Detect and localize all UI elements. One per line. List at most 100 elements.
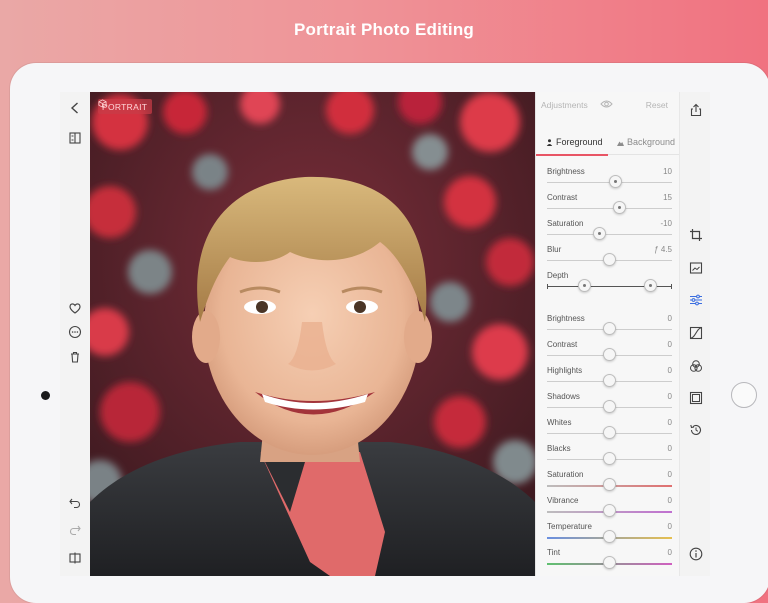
- range-tick-start: [547, 284, 548, 289]
- depth-max-knob[interactable]: [644, 279, 658, 292]
- home-button[interactable]: [731, 382, 757, 408]
- slider-label: Blur: [547, 245, 562, 254]
- left-toolbar: [60, 92, 90, 576]
- slider-knob[interactable]: [609, 175, 623, 188]
- slider-label: Brightness: [547, 167, 585, 176]
- slider-fg-brightness[interactable]: Brightness 10: [536, 167, 680, 193]
- slider-saturation[interactable]: Saturation 0: [536, 470, 680, 496]
- slider-label: Whites: [547, 418, 572, 427]
- curves-icon: [689, 326, 703, 340]
- slider-value: 0: [667, 340, 672, 349]
- crop-icon: [690, 229, 702, 241]
- slider-knob[interactable]: [603, 452, 616, 465]
- adjust-button[interactable]: [686, 290, 706, 310]
- slider-value: 15: [663, 193, 672, 202]
- slider-knob[interactable]: [603, 253, 616, 266]
- slider-fg-contrast[interactable]: Contrast 15: [536, 193, 680, 219]
- color-mix-button[interactable]: [686, 356, 706, 376]
- split-view-button[interactable]: [65, 548, 85, 568]
- adjustments-title: Adjustments: [541, 100, 588, 110]
- depth-min-knob[interactable]: [578, 279, 591, 292]
- back-icon: [70, 102, 78, 114]
- slider-label: Contrast: [547, 193, 578, 202]
- slider-value: 0: [667, 470, 672, 479]
- back-button[interactable]: [65, 98, 85, 118]
- slider-knob[interactable]: [603, 374, 616, 387]
- slider-knob[interactable]: [603, 556, 616, 569]
- delete-button[interactable]: [65, 347, 85, 367]
- slider-shadows[interactable]: Shadows 0: [536, 392, 680, 418]
- crop-button[interactable]: [686, 225, 706, 245]
- adjustments-panel: Adjustments Reset Foreground Background …: [535, 92, 680, 576]
- slider-tint[interactable]: Tint 0: [536, 548, 680, 574]
- curves-button[interactable]: [686, 323, 706, 343]
- portrait-badge-label: PORTRAIT: [102, 101, 148, 112]
- slider-knob[interactable]: [603, 504, 616, 517]
- slider-value: 0: [667, 418, 672, 427]
- slider-contrast[interactable]: Contrast 0: [536, 340, 680, 366]
- slider-value: 0: [667, 522, 672, 531]
- compare-icon: [69, 132, 81, 144]
- frame-icon: [689, 262, 703, 274]
- slider-depth-range[interactable]: Depth: [536, 271, 680, 297]
- slider-label: Vibrance: [547, 496, 579, 505]
- split-view-icon: [69, 552, 81, 564]
- slider-whites[interactable]: Whites 0: [536, 418, 680, 444]
- slider-knob[interactable]: [603, 530, 616, 543]
- info-icon: [689, 547, 703, 561]
- info-button[interactable]: [686, 544, 706, 564]
- undo-icon: [69, 498, 81, 509]
- slider-knob[interactable]: [613, 201, 626, 214]
- slider-value: -10: [660, 219, 672, 228]
- share-button[interactable]: [686, 100, 706, 120]
- portrait-badge[interactable]: PORTRAIT: [98, 99, 153, 114]
- eye-icon[interactable]: [600, 99, 613, 109]
- favorite-button[interactable]: [65, 298, 85, 318]
- trash-icon: [71, 351, 79, 363]
- share-icon: [690, 103, 702, 117]
- vignette-button[interactable]: [686, 388, 706, 408]
- slider-blur[interactable]: Blur ƒ 4.5: [536, 245, 680, 271]
- slider-track[interactable]: [547, 234, 672, 235]
- tab-foreground[interactable]: Foreground: [546, 130, 603, 154]
- slider-label: Shadows: [547, 392, 580, 401]
- slider-knob[interactable]: [603, 478, 616, 491]
- frame-button[interactable]: [686, 258, 706, 278]
- slider-label: Saturation: [547, 470, 584, 479]
- slider-knob[interactable]: [603, 322, 616, 335]
- portrait-photo: [90, 92, 535, 576]
- slider-label: Blacks: [547, 444, 571, 453]
- slider-label: Temperature: [547, 522, 592, 531]
- slider-knob[interactable]: [603, 348, 616, 361]
- redo-button[interactable]: [65, 520, 85, 540]
- reset-button[interactable]: Reset: [646, 100, 668, 110]
- vignette-icon: [689, 391, 703, 405]
- more-button[interactable]: [65, 322, 85, 342]
- slider-track[interactable]: [547, 208, 672, 209]
- tab-background[interactable]: Background: [617, 130, 675, 154]
- layer-tabs: Foreground Background: [536, 130, 680, 156]
- slider-label: Highlights: [547, 366, 583, 375]
- history-icon: [690, 424, 702, 435]
- slider-knob[interactable]: [593, 227, 606, 240]
- undo-button[interactable]: [65, 493, 85, 513]
- slider-brightness[interactable]: Brightness 0: [536, 314, 680, 340]
- more-icon: [68, 325, 82, 339]
- slider-blacks[interactable]: Blacks 0: [536, 444, 680, 470]
- slider-value: 0: [667, 314, 672, 323]
- slider-label: Contrast: [547, 340, 578, 349]
- tab-foreground-label: Foreground: [556, 137, 603, 147]
- slider-fg-saturation[interactable]: Saturation -10: [536, 219, 680, 245]
- active-tab-indicator: [536, 154, 608, 156]
- slider-knob[interactable]: [603, 400, 616, 413]
- photo-canvas[interactable]: PORTRAIT: [90, 92, 535, 576]
- slider-label: Brightness: [547, 314, 585, 323]
- slider-value: 0: [667, 444, 672, 453]
- history-button[interactable]: [686, 420, 706, 440]
- compare-button[interactable]: [65, 128, 85, 148]
- slider-temperature[interactable]: Temperature 0: [536, 522, 680, 548]
- slider-knob[interactable]: [603, 426, 616, 439]
- slider-vibrance[interactable]: Vibrance 0: [536, 496, 680, 522]
- slider-highlights[interactable]: Highlights 0: [536, 366, 680, 392]
- panel-header: Adjustments Reset: [536, 92, 680, 118]
